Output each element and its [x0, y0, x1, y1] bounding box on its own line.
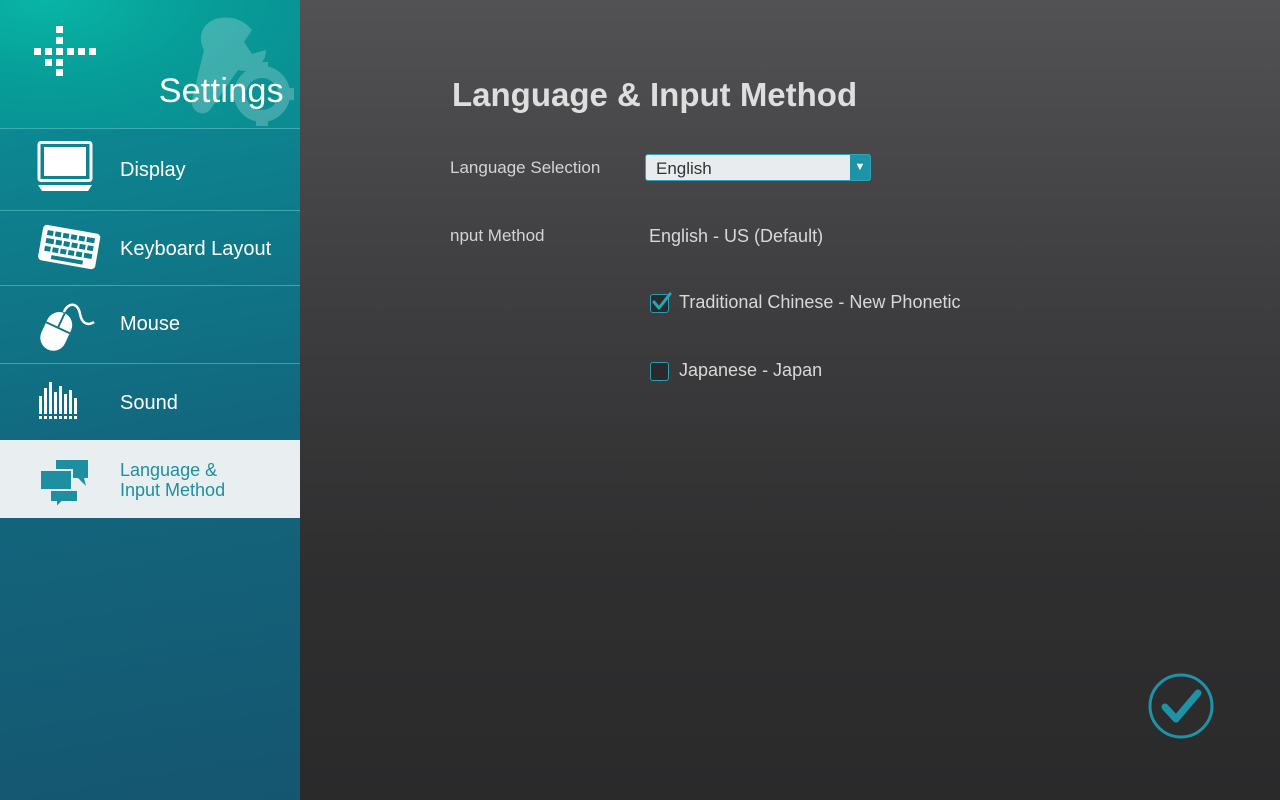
sidebar-item-language-input-method[interactable]: Language & Input Method: [0, 440, 300, 518]
sidebar-item-label: Sound: [120, 392, 178, 414]
language-select[interactable]: English ▼: [645, 154, 871, 181]
sidebar-header: Settings: [0, 0, 300, 128]
sidebar-item-label-line1: Language &: [120, 460, 218, 480]
sidebar-item-label-line2: Input Method: [120, 480, 226, 500]
sidebar-item-keyboard-layout[interactable]: Keyboard Layout: [0, 210, 300, 285]
option-label: Traditional Chinese - New Phonetic: [679, 292, 961, 312]
input-method-default: English - US (Default): [649, 226, 824, 246]
confirm-button[interactable]: [1148, 673, 1214, 739]
input-method-option-japanese[interactable]: Japanese - Japan: [650, 359, 850, 383]
sidebar-item-display[interactable]: Display: [0, 128, 300, 210]
sidebar-item-mouse[interactable]: Mouse: [0, 285, 300, 363]
chat-bubbles-icon: [39, 460, 88, 508]
app-logo-icon: [34, 26, 96, 76]
input-method-label: nput Method: [450, 226, 545, 245]
sidebar-title: Settings: [158, 72, 284, 110]
option-label: Japanese - Japan: [679, 360, 823, 380]
sidebar-item-label: Keyboard Layout: [120, 238, 272, 260]
sidebar-item-label: Mouse: [120, 313, 181, 335]
checkmark-icon: [1161, 689, 1202, 723]
main-panel: Language & Input Method Language Selecti…: [300, 0, 1280, 800]
equalizer-icon: [39, 382, 77, 419]
language-select-value: English: [656, 159, 712, 178]
checkmark-circle-icon: [1148, 673, 1214, 739]
sidebar-item-sound[interactable]: Sound: [0, 363, 300, 440]
language-selection-label: Language Selection: [450, 158, 601, 177]
input-method-option-traditional-chinese[interactable]: Traditional Chinese - New Phonetic: [650, 291, 970, 315]
sidebar-item-label: Language & Input Method: [120, 460, 225, 500]
checkmark-icon: [652, 292, 672, 310]
mouse-icon: [40, 303, 95, 351]
page-title: Language & Input Method: [452, 76, 858, 113]
monitor-icon: [37, 141, 93, 191]
keyboard-icon: [38, 224, 101, 270]
traditional-chinese-checkbox[interactable]: [650, 292, 672, 313]
sidebar-item-label: Display: [120, 159, 186, 181]
japanese-checkbox[interactable]: [650, 362, 669, 381]
chevron-down-icon[interactable]: ▼: [850, 155, 870, 180]
sidebar: Settings Display Keyboard Layout Mouse S…: [0, 0, 300, 800]
